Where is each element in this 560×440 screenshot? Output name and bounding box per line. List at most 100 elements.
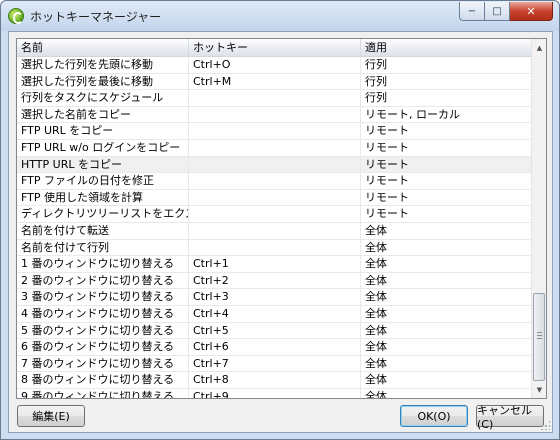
- cell-hotkey: Ctrl+9: [189, 388, 361, 398]
- cell-name: 選択した行列を最後に移動: [17, 73, 189, 90]
- hotkey-manager-window: ホットキーマネージャー − □ ✕ 名前 ホットキー 適用 選択した行列を先頭に…: [0, 0, 560, 440]
- cell-name: 5 番のウィンドウに切り替える: [17, 322, 189, 339]
- list-rows: 選択した行列を先頭に移動 Ctrl+O 行列 選択した行列を最後に移動 Ctrl+M 行列…: [17, 57, 532, 398]
- cell-apply: 全体: [361, 305, 532, 322]
- cell-name: 行列をタスクにスケジュール: [17, 90, 189, 107]
- cell-name: 名前を付けて転送: [17, 222, 189, 239]
- title-bar[interactable]: ホットキーマネージャー − □ ✕: [1, 1, 559, 31]
- table-row[interactable]: 名前を付けて行列 全体: [17, 239, 532, 257]
- table-row[interactable]: 選択した行列を最後に移動 Ctrl+M 行列: [17, 73, 532, 91]
- table-row[interactable]: ディレクトリツリーリストをエクスポート リモート: [17, 206, 532, 223]
- cell-apply: リモート: [361, 189, 532, 206]
- cell-name: HTTP URL をコピー: [17, 156, 189, 173]
- dialog-client-area: 名前 ホットキー 適用 選択した行列を先頭に移動 Ctrl+O 行列 選択した行列を最…: [8, 31, 553, 433]
- ok-button[interactable]: OK(O): [400, 405, 468, 427]
- table-row[interactable]: 名前を付けて転送 全体: [17, 222, 532, 240]
- vertical-scrollbar[interactable]: ▲ ▼: [531, 39, 546, 398]
- cancel-button[interactable]: キャンセル(C): [476, 404, 544, 431]
- table-row[interactable]: FTP URL をコピー リモート: [17, 123, 532, 140]
- table-row[interactable]: 3 番のウィンドウに切り替える Ctrl+3 全体: [17, 289, 532, 306]
- cell-hotkey: [189, 156, 361, 173]
- cell-apply: リモート, ローカル: [361, 106, 532, 123]
- cell-apply: 全体: [361, 372, 532, 389]
- cell-apply: 全体: [361, 322, 532, 339]
- cell-name: 選択した行列を先頭に移動: [17, 57, 189, 73]
- cell-hotkey: [189, 222, 361, 239]
- cell-hotkey: [189, 206, 361, 223]
- cell-hotkey: [189, 90, 361, 107]
- cell-hotkey: Ctrl+O: [189, 57, 361, 73]
- cell-hotkey: Ctrl+3: [189, 289, 361, 306]
- cell-name: 8 番のウィンドウに切り替える: [17, 372, 189, 389]
- cell-apply: 行列: [361, 90, 532, 107]
- cell-name: FTP URL w/o ログインをコピー: [17, 139, 189, 156]
- scroll-thumb[interactable]: [533, 293, 545, 381]
- scroll-thumb-grip-icon: [537, 332, 542, 341]
- table-row[interactable]: 4 番のウィンドウに切り替える Ctrl+4 全体: [17, 305, 532, 323]
- table-row[interactable]: HTTP URL をコピー リモート: [17, 156, 532, 174]
- cell-apply: 全体: [361, 256, 532, 273]
- cell-hotkey: Ctrl+M: [189, 73, 361, 90]
- cell-hotkey: [189, 123, 361, 140]
- cell-name: ディレクトリツリーリストをエクスポート: [17, 206, 189, 223]
- table-row[interactable]: 選択した名前をコピー リモート, ローカル: [17, 106, 532, 124]
- cell-name: FTP 使用した領域を計算: [17, 189, 189, 206]
- cell-name: 1 番のウィンドウに切り替える: [17, 256, 189, 273]
- table-row[interactable]: 1 番のウィンドウに切り替える Ctrl+1 全体: [17, 256, 532, 273]
- cell-apply: リモート: [361, 206, 532, 223]
- scroll-up-arrow-icon[interactable]: ▲: [532, 39, 546, 56]
- cell-hotkey: Ctrl+6: [189, 339, 361, 356]
- column-header-apply[interactable]: 適用: [361, 39, 532, 57]
- close-button[interactable]: ✕: [510, 2, 553, 21]
- window-title: ホットキーマネージャー: [30, 10, 162, 24]
- cell-apply: リモート: [361, 173, 532, 190]
- table-row[interactable]: FTP URL w/o ログインをコピー リモート: [17, 139, 532, 157]
- cell-name: 2 番のウィンドウに切り替える: [17, 272, 189, 289]
- table-row[interactable]: 行列をタスクにスケジュール 行列: [17, 90, 532, 107]
- cell-hotkey: Ctrl+2: [189, 272, 361, 289]
- table-row[interactable]: 5 番のウィンドウに切り替える Ctrl+5 全体: [17, 322, 532, 340]
- cell-apply: リモート: [361, 139, 532, 156]
- cell-apply: 全体: [361, 272, 532, 289]
- column-header-hotkey[interactable]: ホットキー: [189, 39, 361, 57]
- scroll-down-arrow-icon[interactable]: ▼: [532, 381, 546, 398]
- cell-hotkey: [189, 239, 361, 256]
- cell-apply: 全体: [361, 289, 532, 306]
- cell-apply: 行列: [361, 73, 532, 90]
- table-row[interactable]: FTP 使用した領域を計算 リモート: [17, 189, 532, 207]
- cell-name: 名前を付けて行列: [17, 239, 189, 256]
- cell-hotkey: Ctrl+1: [189, 256, 361, 273]
- table-row[interactable]: 9 番のウィンドウに切り替える Ctrl+9 全体: [17, 388, 532, 398]
- minimize-button[interactable]: −: [459, 2, 485, 21]
- app-icon: [8, 8, 24, 24]
- caption-buttons: − □ ✕: [459, 2, 553, 22]
- table-row[interactable]: 選択した行列を先頭に移動 Ctrl+O 行列: [17, 57, 532, 74]
- cell-name: FTP URL をコピー: [17, 123, 189, 140]
- maximize-button[interactable]: □: [485, 2, 510, 21]
- cell-apply: 全体: [361, 388, 532, 398]
- table-row[interactable]: 2 番のウィンドウに切り替える Ctrl+2 全体: [17, 272, 532, 290]
- table-row[interactable]: 6 番のウィンドウに切り替える Ctrl+6 全体: [17, 339, 532, 356]
- cell-hotkey: Ctrl+8: [189, 372, 361, 389]
- cell-apply: 全体: [361, 222, 532, 239]
- cell-name: FTP ファイルの日付を修正: [17, 173, 189, 190]
- cell-hotkey: [189, 139, 361, 156]
- cell-apply: リモート: [361, 123, 532, 140]
- cell-apply: 全体: [361, 339, 532, 356]
- cell-name: 4 番のウィンドウに切り替える: [17, 305, 189, 322]
- cell-apply: 行列: [361, 57, 532, 73]
- cell-name: 選択した名前をコピー: [17, 106, 189, 123]
- cell-hotkey: Ctrl+5: [189, 322, 361, 339]
- cell-apply: 全体: [361, 239, 532, 256]
- edit-button[interactable]: 編集(E): [17, 405, 85, 427]
- cell-name: 6 番のウィンドウに切り替える: [17, 339, 189, 356]
- cell-name: 7 番のウィンドウに切り替える: [17, 355, 189, 372]
- cell-hotkey: Ctrl+4: [189, 305, 361, 322]
- table-row[interactable]: FTP ファイルの日付を修正 リモート: [17, 173, 532, 190]
- hotkey-list[interactable]: 名前 ホットキー 適用 選択した行列を先頭に移動 Ctrl+O 行列 選択した行列を最…: [16, 38, 547, 399]
- list-header: 名前 ホットキー 適用: [17, 39, 532, 57]
- column-header-name[interactable]: 名前: [17, 39, 189, 57]
- cell-name: 9 番のウィンドウに切り替える: [17, 388, 189, 398]
- table-row[interactable]: 8 番のウィンドウに切り替える Ctrl+8 全体: [17, 372, 532, 389]
- table-row[interactable]: 7 番のウィンドウに切り替える Ctrl+7 全体: [17, 355, 532, 373]
